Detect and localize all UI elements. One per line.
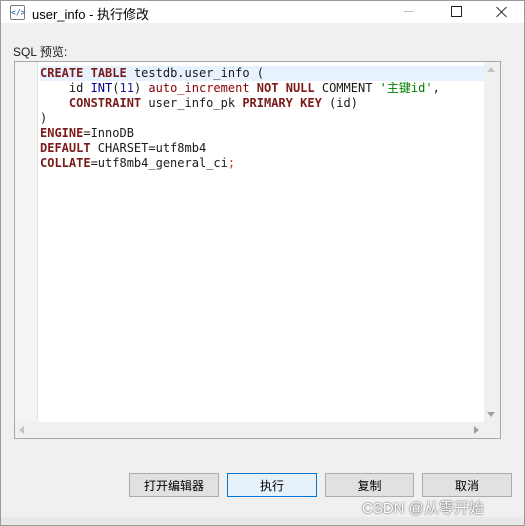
- title-bar[interactable]: </> user_info - 执行修改: [1, 1, 524, 23]
- sql-line-6: DEFAULT CHARSET=utf8mb4: [40, 141, 207, 155]
- sql-code: CREATE TABLE testdb.user_info ( id INT(1…: [40, 66, 495, 171]
- minimize-button[interactable]: [386, 1, 432, 23]
- scroll-right-icon[interactable]: [474, 426, 479, 434]
- maximize-button[interactable]: [433, 1, 479, 23]
- open-editor-button[interactable]: 打开编辑器: [129, 473, 219, 497]
- sql-line-4: ): [40, 111, 48, 125]
- window-title: user_info - 执行修改: [32, 7, 150, 22]
- copy-button[interactable]: 复制: [325, 473, 414, 497]
- editor-gutter: [15, 62, 38, 424]
- sql-line-7: COLLATE=utf8mb4_general_ci;: [40, 156, 236, 170]
- watermark-text: CSDN @从零开始: [362, 500, 484, 517]
- close-button[interactable]: [479, 1, 525, 23]
- horizontal-scrollbar[interactable]: [15, 422, 485, 438]
- sql-line-1: CREATE TABLE testdb.user_info (: [40, 66, 495, 81]
- sql-line-1-rest: testdb.user_info (: [133, 66, 264, 80]
- sql-line-5: ENGINE=InnoDB: [40, 126, 134, 140]
- execute-button[interactable]: 执行: [227, 473, 317, 497]
- execute-modify-dialog: </> user_info - 执行修改 SQL 预览: CREATE TABL…: [0, 0, 525, 526]
- sql-preview-label: SQL 预览:: [13, 45, 68, 59]
- sql-line-3: CONSTRAINT user_info_pk PRIMARY KEY (id): [68, 96, 358, 110]
- dialog-footer-strip: [1, 517, 524, 525]
- vertical-scrollbar[interactable]: [484, 62, 500, 422]
- sql-preview-editor[interactable]: CREATE TABLE testdb.user_info ( id INT(1…: [14, 61, 501, 439]
- sql-file-icon: </>: [10, 5, 25, 20]
- cancel-button[interactable]: 取消: [422, 473, 512, 497]
- scroll-down-icon[interactable]: [487, 412, 495, 417]
- scrollbar-corner: [484, 422, 500, 438]
- scroll-up-icon[interactable]: [487, 67, 495, 72]
- close-icon: [479, 1, 525, 23]
- sql-line-2: id INT(11) auto_increment NOT NULL COMME…: [40, 81, 440, 95]
- scroll-left-icon[interactable]: [19, 426, 24, 434]
